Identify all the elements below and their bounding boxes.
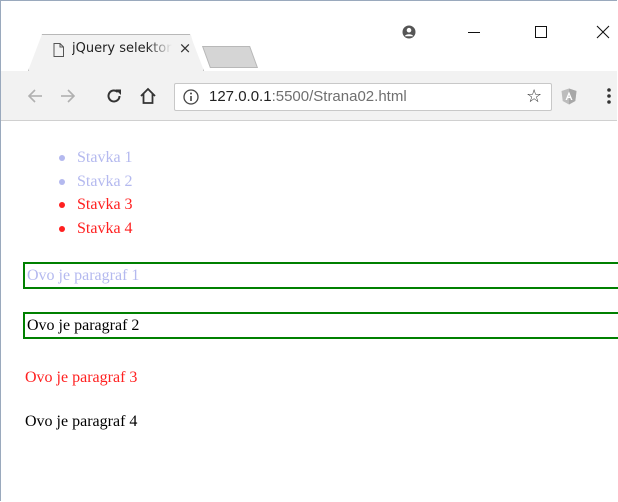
list-item: Stavka 1 — [1, 146, 133, 170]
browser-window: jQuery selektori × 127.0.0.1:5500/Strana… — [0, 0, 618, 502]
list-item: Stavka 4 — [1, 217, 133, 241]
star-icon[interactable]: ☆ — [526, 86, 542, 107]
url-host: 127.0.0.1 — [209, 88, 272, 105]
maximize-icon[interactable] — [528, 19, 554, 45]
angular-extension-icon[interactable] — [555, 71, 583, 121]
profile-icon[interactable] — [396, 19, 422, 45]
forward-arrow-icon[interactable] — [54, 71, 82, 121]
close-window-icon[interactable] — [590, 19, 616, 45]
title-bar: jQuery selektori × — [1, 1, 617, 71]
tab-title[interactable]: jQuery selektori — [72, 41, 172, 56]
new-tab-button[interactable] — [201, 46, 259, 68]
document-icon — [53, 43, 64, 57]
tab-close-icon[interactable]: × — [177, 39, 193, 57]
minimize-icon[interactable] — [461, 19, 487, 45]
browser-toolbar: 127.0.0.1:5500/Strana02.html ☆ — [1, 71, 617, 121]
url-text[interactable]: 127.0.0.1:5500/Strana02.html — [209, 88, 407, 105]
list-item: Stavka 2 — [1, 170, 133, 194]
list-bullet — [59, 178, 65, 185]
reload-icon[interactable] — [100, 71, 128, 121]
paragraph: Ovo je paragraf 3 — [23, 364, 618, 391]
url-path: :5500/Strana02.html — [271, 88, 407, 105]
list-bullet — [59, 202, 65, 208]
paragraph: Ovo je paragraf 1 — [23, 262, 618, 289]
address-bar[interactable]: 127.0.0.1:5500/Strana02.html ☆ — [174, 83, 552, 111]
kebab-menu-icon[interactable] — [595, 71, 618, 121]
paragraph-text: Ovo je paragraf 2 — [27, 317, 140, 334]
back-arrow-icon[interactable] — [21, 71, 49, 121]
list-item-label: Stavka 4 — [77, 219, 133, 237]
item-list: Stavka 1 Stavka 2 Stavka 3 Stavka 4 — [1, 146, 133, 240]
info-icon[interactable] — [183, 89, 199, 105]
home-icon[interactable] — [134, 71, 162, 121]
paragraph-text: Ovo je paragraf 4 — [25, 413, 138, 430]
paragraph-text: Ovo je paragraf 3 — [25, 369, 138, 386]
paragraph: Ovo je paragraf 2 — [23, 312, 618, 339]
paragraph-text: Ovo je paragraf 1 — [27, 267, 140, 284]
list-bullet — [59, 225, 65, 232]
list-item: Stavka 3 — [1, 193, 133, 217]
paragraph: Ovo je paragraf 4 — [23, 408, 618, 435]
page-content: Stavka 1 Stavka 2 Stavka 3 Stavka 4 Ovo … — [1, 122, 618, 502]
list-bullet — [59, 155, 65, 161]
list-item-label: Stavka 1 — [77, 149, 133, 166]
list-item-label: Stavka 2 — [77, 172, 133, 190]
list-item-label: Stavka 3 — [77, 196, 133, 213]
